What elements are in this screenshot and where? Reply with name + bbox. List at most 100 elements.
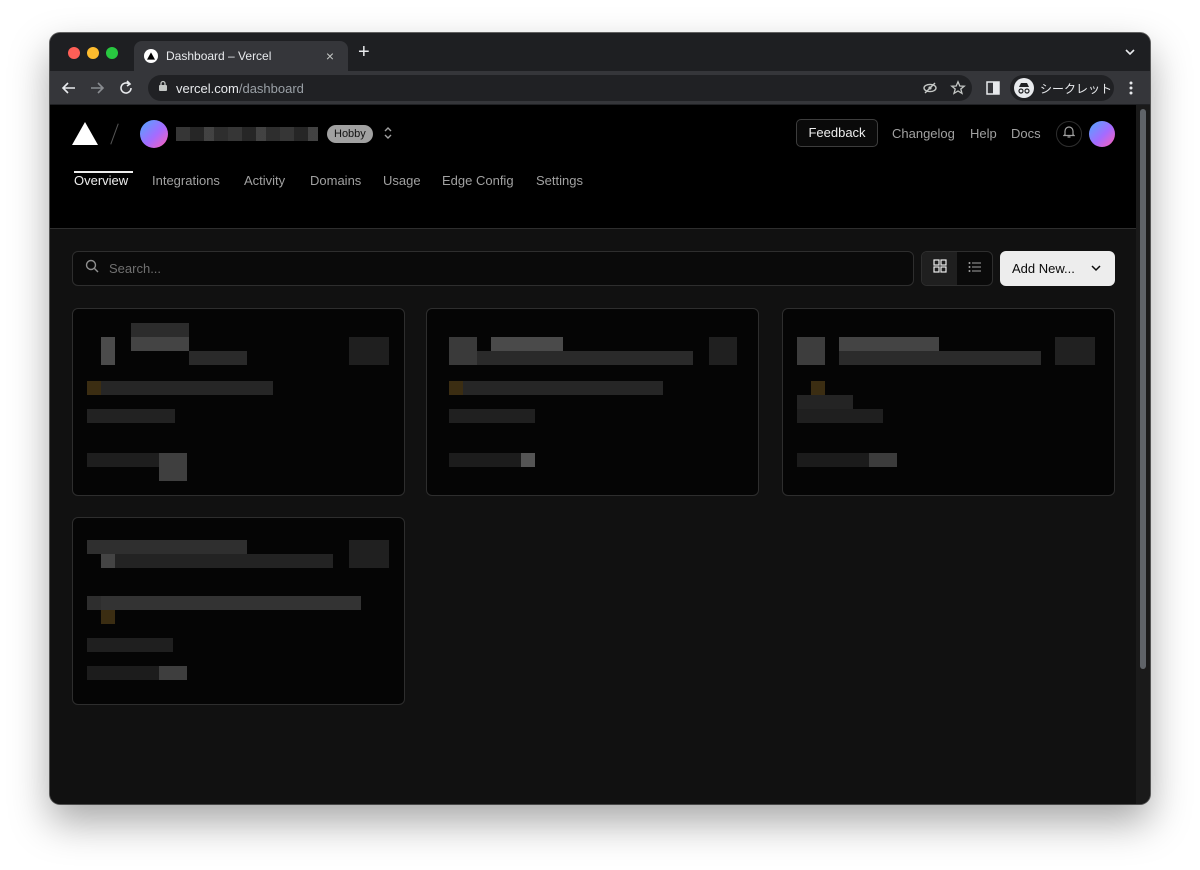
eye-slash-icon[interactable] — [922, 80, 938, 101]
list-icon — [968, 260, 982, 278]
team-avatar[interactable] — [140, 120, 168, 148]
page-scrollbar[interactable] — [1136, 105, 1150, 804]
add-new-button[interactable]: Add New... — [1000, 251, 1115, 286]
redacted-block — [159, 453, 187, 481]
redacted-block — [87, 381, 101, 395]
feedback-button[interactable]: Feedback — [796, 119, 878, 147]
redacted-block — [131, 337, 189, 351]
close-window-button[interactable] — [68, 47, 80, 59]
lock-icon — [158, 79, 168, 97]
tab-settings[interactable]: Settings — [536, 173, 583, 188]
redacted-block — [159, 666, 187, 680]
redacted-block — [101, 381, 273, 395]
search-icon — [85, 259, 99, 278]
redacted-block — [449, 453, 521, 467]
search-input[interactable] — [109, 261, 889, 276]
project-card[interactable] — [72, 517, 405, 705]
tab-activity[interactable]: Activity — [244, 173, 285, 188]
grid-icon — [932, 259, 947, 278]
redacted-block — [491, 337, 563, 351]
notifications-button[interactable] — [1056, 121, 1082, 147]
bell-icon — [1062, 125, 1076, 143]
address-bar[interactable]: vercel.com/dashboard — [148, 75, 972, 101]
redacted-block — [101, 554, 115, 568]
dashboard-page: Hobby Feedback Changelog Help Docs Overv… — [50, 105, 1136, 804]
redacted-block — [87, 666, 159, 680]
redacted-block — [449, 409, 535, 423]
vercel-logo-icon[interactable] — [72, 122, 98, 145]
project-card[interactable] — [426, 308, 759, 496]
redacted-block — [797, 409, 883, 423]
project-card[interactable] — [782, 308, 1115, 496]
redacted-block — [101, 610, 115, 624]
redacted-block — [839, 337, 939, 351]
tab-domains[interactable]: Domains — [310, 173, 361, 188]
redacted-block — [115, 554, 333, 568]
redacted-block — [101, 337, 115, 365]
redacted-block — [797, 395, 853, 409]
help-link[interactable]: Help — [970, 126, 997, 141]
scrollbar-thumb[interactable] — [1140, 109, 1146, 669]
forward-arrow-icon[interactable] — [88, 79, 106, 97]
redacted-block — [477, 351, 693, 365]
redacted-block — [189, 351, 247, 365]
tab-overview[interactable]: Overview — [74, 173, 128, 188]
redacted-block — [463, 381, 663, 395]
star-icon[interactable] — [950, 80, 966, 101]
redacted-block — [87, 540, 247, 554]
breadcrumb-separator — [110, 123, 119, 145]
project-search[interactable] — [72, 251, 914, 286]
tab-usage[interactable]: Usage — [383, 173, 421, 188]
back-arrow-icon[interactable] — [60, 79, 78, 97]
changelog-link[interactable]: Changelog — [892, 126, 955, 141]
browser-menu-icon[interactable] — [1122, 79, 1140, 97]
browser-window: Dashboard – Vercel × + vercel.com/dashbo… — [50, 33, 1150, 804]
grid-view-button[interactable] — [922, 252, 957, 285]
incognito-icon — [1014, 78, 1034, 98]
redacted-block — [811, 381, 825, 395]
redacted-block — [839, 351, 1041, 365]
incognito-profile-chip[interactable]: シークレット — [1010, 75, 1114, 101]
zoom-window-button[interactable] — [106, 47, 118, 59]
redacted-block — [521, 453, 535, 467]
redacted-block — [449, 337, 477, 365]
browser-tab[interactable]: Dashboard – Vercel × — [134, 41, 348, 71]
vercel-favicon-icon — [144, 49, 158, 63]
reload-icon[interactable] — [117, 79, 135, 97]
redacted-block — [101, 596, 361, 610]
tab-title: Dashboard – Vercel — [166, 49, 272, 63]
active-tab-indicator — [74, 171, 133, 173]
redacted-block — [869, 453, 897, 467]
redacted-block — [449, 381, 463, 395]
add-new-label: Add New... — [1012, 261, 1075, 276]
team-switcher-icon[interactable] — [383, 125, 393, 146]
redacted-block — [87, 453, 159, 467]
redacted-block — [797, 453, 869, 467]
top-navigation: Hobby Feedback Changelog Help Docs Overv… — [50, 105, 1136, 229]
redacted-block — [349, 540, 389, 568]
redacted-block — [87, 638, 173, 652]
tab-edge-config[interactable]: Edge Config — [442, 173, 514, 188]
list-view-button[interactable] — [957, 252, 992, 285]
tab-strip: Dashboard – Vercel × + — [50, 33, 1150, 71]
user-avatar[interactable] — [1089, 121, 1115, 147]
profile-label: シークレット — [1040, 81, 1113, 96]
view-toggle — [921, 251, 993, 286]
redacted-block — [87, 409, 175, 423]
redacted-block — [797, 337, 825, 365]
new-tab-button[interactable]: + — [358, 42, 370, 62]
redacted-block — [349, 337, 389, 365]
redacted-block — [709, 337, 737, 365]
project-card[interactable] — [72, 308, 405, 496]
team-name-redacted[interactable] — [176, 127, 318, 141]
chevron-down-icon — [1091, 265, 1101, 272]
minimize-window-button[interactable] — [87, 47, 99, 59]
url-text: vercel.com/dashboard — [176, 80, 304, 96]
side-panel-icon[interactable] — [984, 79, 1002, 97]
tab-integrations[interactable]: Integrations — [152, 173, 220, 188]
tab-close-icon[interactable]: × — [322, 48, 338, 64]
tab-search-chevron-icon[interactable] — [1124, 45, 1136, 63]
redacted-block — [87, 596, 101, 610]
docs-link[interactable]: Docs — [1011, 126, 1041, 141]
redacted-block — [131, 323, 189, 337]
